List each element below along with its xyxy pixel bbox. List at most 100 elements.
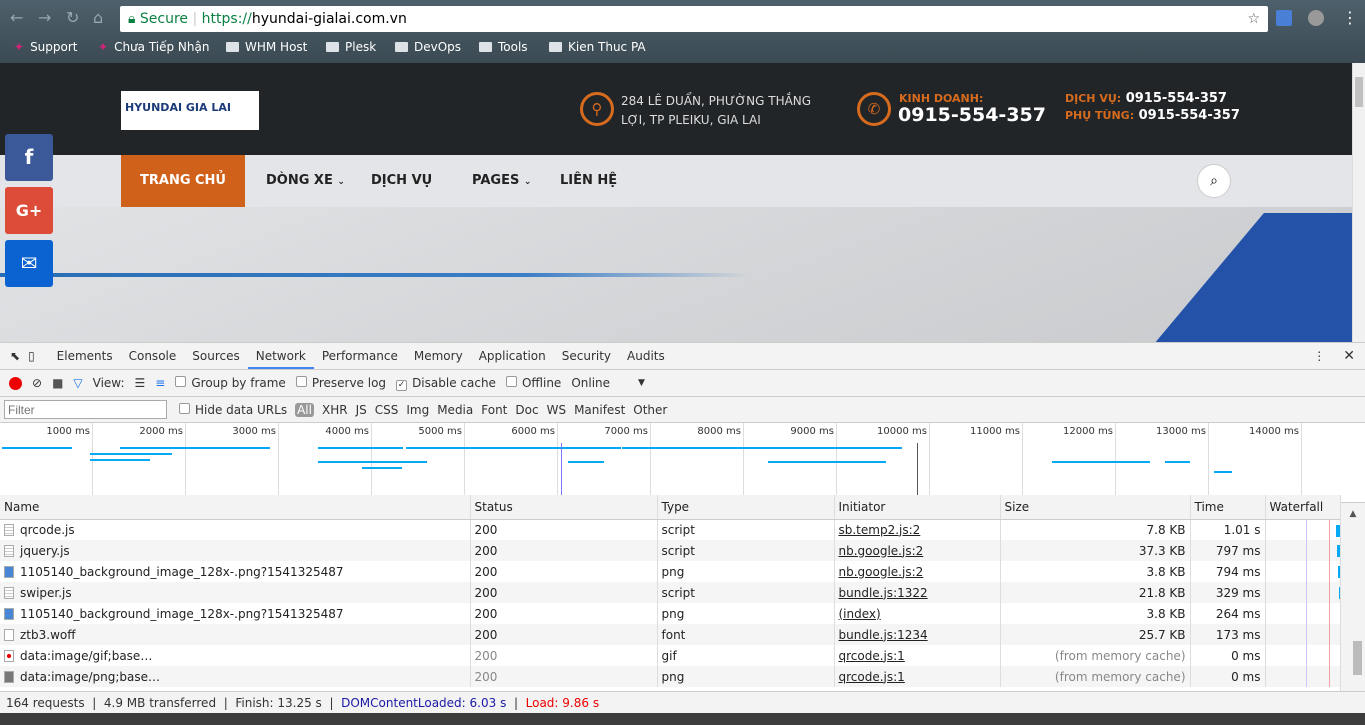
table-row[interactable]: jquery.js 200 script nb.google.js:2 37.3… [0, 540, 1341, 561]
screenshot-icon[interactable]: ■ [52, 376, 63, 390]
bookmark-support[interactable]: ✦ Support [14, 40, 78, 54]
nav-lien-he[interactable]: LIÊN HỆ [560, 155, 617, 207]
request-name[interactable]: jquery.js [0, 540, 471, 561]
nav-trang-chu[interactable]: TRANG CHỦ [121, 155, 245, 207]
service-phone[interactable]: 0915-554-357 [1126, 91, 1227, 106]
table-row[interactable]: 1105140_background_image_128x-.png?15413… [0, 561, 1341, 582]
request-name[interactable]: swiper.js [0, 582, 471, 603]
table-row[interactable]: data:image/png;base… 200 png qrcode.js:1… [0, 666, 1341, 687]
tab-audits[interactable]: Audits [619, 343, 673, 369]
waterfall-view-icon[interactable]: ≡ [155, 376, 165, 390]
bookmark-plesk[interactable]: Plesk [326, 40, 376, 54]
group-by-frame-checkbox[interactable]: Group by frame [175, 376, 286, 390]
request-initiator[interactable]: (index) [834, 603, 1001, 624]
filter-img[interactable]: Img [406, 403, 429, 417]
filter-font[interactable]: Font [481, 403, 507, 417]
filter-js[interactable]: JS [356, 403, 367, 417]
tab-sources[interactable]: Sources [184, 343, 247, 369]
home-icon[interactable]: ⌂ [93, 8, 103, 27]
table-row[interactable]: 1105140_background_image_128x-.png?15413… [0, 603, 1341, 624]
tab-memory[interactable]: Memory [406, 343, 471, 369]
filter-ws[interactable]: WS [547, 403, 566, 417]
facebook-icon[interactable]: f [5, 134, 53, 181]
tab-security[interactable]: Security [554, 343, 619, 369]
nav-pages[interactable]: PAGES ⌄ [472, 155, 531, 207]
disable-cache-checkbox[interactable]: ✓ Disable cache [396, 376, 496, 391]
menu-icon[interactable]: ⋮ [1342, 8, 1358, 27]
request-name[interactable]: ztb3.woff [0, 624, 471, 645]
bookmark-devops[interactable]: DevOps [395, 40, 461, 54]
google-plus-icon[interactable]: G+ [5, 187, 53, 234]
nav-dong-xe[interactable]: DÒNG XE ⌄ [266, 155, 345, 207]
device-toolbar-icon[interactable]: ▯ [28, 349, 35, 363]
throttle-select[interactable]: Online [571, 376, 610, 390]
translate-extension-icon[interactable] [1276, 10, 1292, 26]
wordpress-extension-icon[interactable] [1308, 10, 1324, 26]
filter-icon[interactable]: ▽ [73, 376, 82, 390]
clear-icon[interactable]: ⊘ [32, 376, 42, 390]
request-name[interactable]: 1105140_background_image_128x-.png?15413… [0, 561, 471, 582]
page-scrollbar[interactable] [1352, 63, 1365, 342]
table-row[interactable]: data:image/gif;base… 200 gif qrcode.js:1… [0, 645, 1341, 666]
col-waterfall[interactable]: Waterfall [1265, 495, 1341, 520]
table-row[interactable]: ztb3.woff 200 font bundle.js:1234 25.7 K… [0, 624, 1341, 645]
tab-performance[interactable]: Performance [314, 343, 406, 369]
list-view-icon[interactable]: ☰ [135, 376, 146, 390]
request-name[interactable]: qrcode.js [0, 519, 471, 540]
filter-other[interactable]: Other [633, 403, 667, 417]
bookmark-kien-thuc-pa[interactable]: Kien Thuc PA [549, 40, 646, 54]
star-icon[interactable]: ☆ [1247, 6, 1260, 32]
request-name[interactable]: data:image/png;base… [0, 666, 471, 687]
col-time[interactable]: Time [1190, 495, 1266, 520]
hide-data-urls-checkbox[interactable]: Hide data URLs [179, 402, 287, 417]
bookmark-chua-tiep-nhan[interactable]: ✦ Chưa Tiếp Nhận [98, 40, 209, 54]
address-bar[interactable]: 🔒︎ Secure | https://hyundai-gialai.com.v… [120, 6, 1268, 32]
table-row[interactable]: swiper.js 200 script bundle.js:1322 21.8… [0, 582, 1341, 603]
col-status[interactable]: Status [470, 495, 658, 520]
search-icon[interactable]: ⌕ [1197, 164, 1231, 198]
request-initiator[interactable]: nb.google.js:2 [834, 540, 1001, 561]
close-icon[interactable]: ✕ [1343, 348, 1355, 364]
col-type[interactable]: Type [657, 495, 835, 520]
request-initiator[interactable]: qrcode.js:1 [834, 645, 1001, 666]
request-name[interactable]: data:image/gif;base… [0, 645, 471, 666]
tab-application[interactable]: Application [471, 343, 554, 369]
col-size[interactable]: Size [1000, 495, 1191, 520]
request-initiator[interactable]: nb.google.js:2 [834, 561, 1001, 582]
col-name[interactable]: Name [0, 495, 471, 520]
tab-console[interactable]: Console [121, 343, 185, 369]
request-initiator[interactable]: sb.temp2.js:2 [834, 519, 1001, 540]
request-initiator[interactable]: qrcode.js:1 [834, 666, 1001, 687]
sales-phone[interactable]: 0915-554-357 [898, 104, 1046, 126]
preserve-log-checkbox[interactable]: Preserve log [295, 376, 386, 390]
table-row[interactable]: qrcode.js 200 script sb.temp2.js:2 7.8 K… [0, 519, 1341, 540]
inspect-icon[interactable]: ⬉ [10, 349, 20, 363]
record-icon[interactable] [9, 376, 22, 390]
filter-input[interactable] [4, 400, 167, 419]
filter-css[interactable]: CSS [375, 403, 399, 417]
reload-icon[interactable]: ↻ [66, 8, 79, 27]
col-initiator[interactable]: Initiator [834, 495, 1001, 520]
request-initiator[interactable]: bundle.js:1234 [834, 624, 1001, 645]
forward-icon[interactable]: → [38, 8, 51, 27]
request-initiator[interactable]: bundle.js:1322 [834, 582, 1001, 603]
dropdown-icon[interactable]: ▼ [638, 378, 645, 388]
tab-network[interactable]: Network [247, 343, 314, 369]
bookmark-tools[interactable]: Tools [479, 40, 528, 54]
messenger-icon[interactable]: ✉ [5, 240, 53, 287]
more-options-icon[interactable]: ⋮ [1313, 349, 1325, 363]
filter-doc[interactable]: Doc [515, 403, 538, 417]
filter-xhr[interactable]: XHR [322, 403, 348, 417]
parts-phone[interactable]: 0915-554-357 [1139, 108, 1240, 123]
request-name[interactable]: 1105140_background_image_128x-.png?15413… [0, 603, 471, 624]
filter-media[interactable]: Media [437, 403, 473, 417]
filter-all[interactable]: All [295, 402, 314, 417]
nav-dich-vu[interactable]: DỊCH VỤ [371, 155, 432, 207]
filter-manifest[interactable]: Manifest [574, 403, 625, 417]
network-overview[interactable]: 1000 ms 2000 ms 3000 ms 4000 ms 5000 ms 6000 … [0, 423, 1365, 503]
bookmark-whm-host[interactable]: WHM Host [226, 40, 307, 54]
back-icon[interactable]: ← [10, 8, 23, 27]
tab-elements[interactable]: Elements [49, 343, 121, 369]
table-scrollbar[interactable]: ▲ [1340, 503, 1365, 691]
offline-checkbox[interactable]: Offline [505, 376, 561, 390]
